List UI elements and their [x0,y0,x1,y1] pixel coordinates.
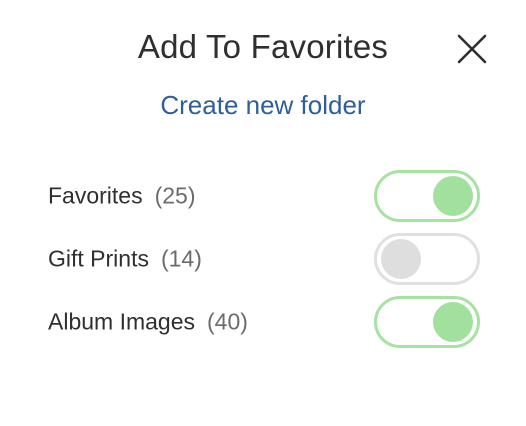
dialog-title: Add To Favorites [137,28,389,65]
folder-count: (40) [207,308,248,335]
toggle-knob [433,302,473,342]
folder-toggle-gift-prints[interactable] [374,233,480,285]
folder-count: (14) [160,245,202,272]
toggle-knob [433,176,473,216]
folder-row-favorites: Favorites (25) [48,168,480,224]
add-to-favorites-dialog: Add To Favorites Create new folder Favor… [0,0,526,426]
folder-toggle-album-images[interactable] [374,296,480,348]
folder-name: Gift Prints [48,245,149,272]
folder-label: Favorites (25) [48,183,196,210]
folder-label: Gift Prints (14) [48,246,202,273]
toggle-knob [381,239,421,279]
folder-toggle-favorites[interactable] [374,170,480,222]
folder-count: (25) [154,182,196,209]
close-icon[interactable] [456,33,488,65]
create-new-folder-link[interactable]: Create new folder [0,90,526,121]
folder-label: Album Images (40) [48,309,248,336]
folder-name: Favorites [48,182,143,209]
folder-row-gift-prints: Gift Prints (14) [48,231,480,287]
folder-row-album-images: Album Images (40) [48,294,480,350]
folder-name: Album Images [48,308,196,335]
